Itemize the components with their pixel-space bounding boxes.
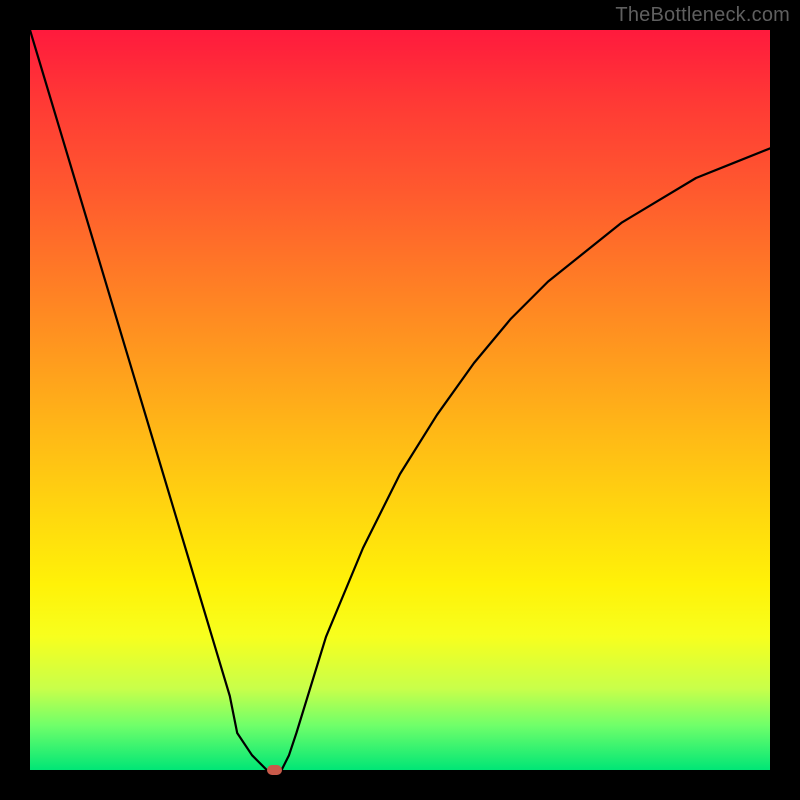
plot-area <box>30 30 770 770</box>
watermark-text: TheBottleneck.com <box>615 4 790 27</box>
bottleneck-curve <box>30 30 770 770</box>
chart-frame: TheBottleneck.com <box>0 0 800 800</box>
minimum-marker <box>267 765 282 775</box>
